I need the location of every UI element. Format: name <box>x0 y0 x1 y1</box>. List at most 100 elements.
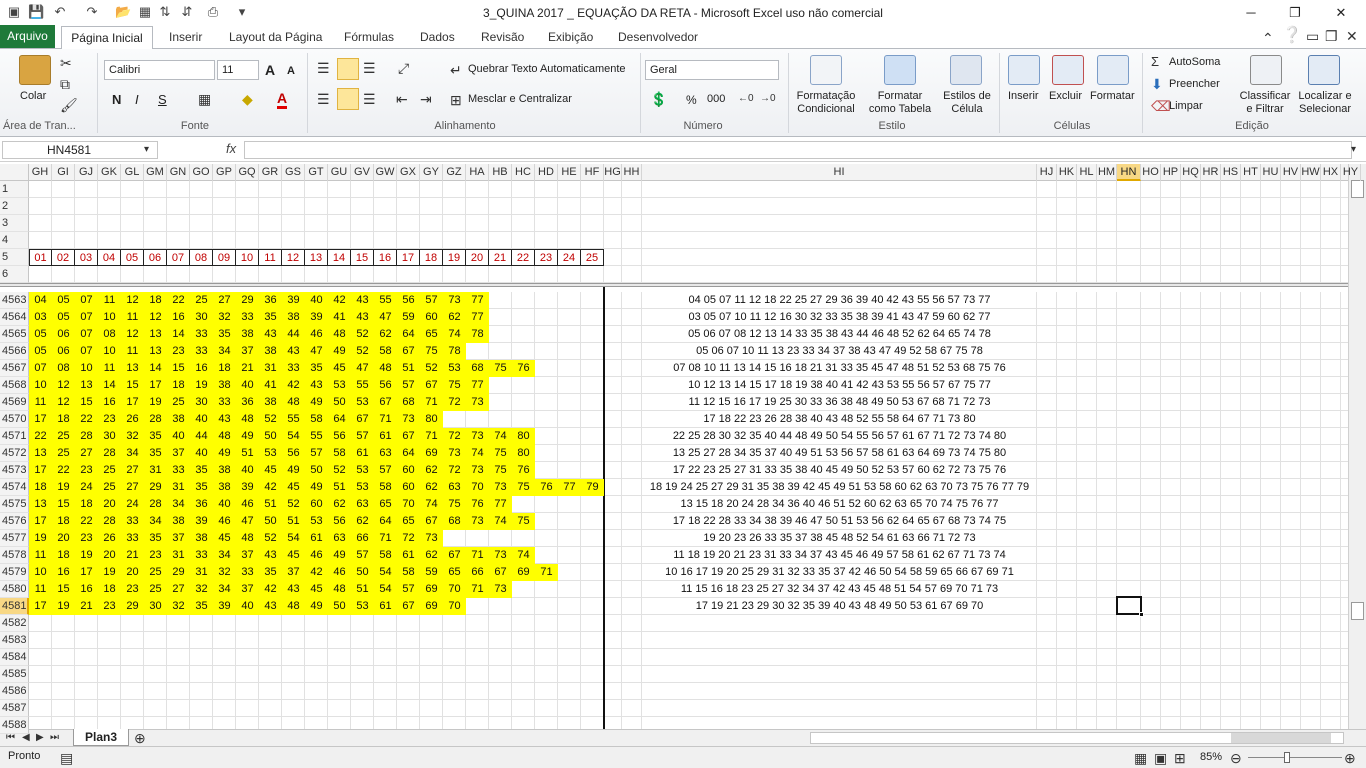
tab-home[interactable]: Página Inicial <box>61 26 153 50</box>
number-cell[interactable]: 50 <box>351 564 374 581</box>
column-header[interactable]: GI <box>52 164 75 181</box>
find-select-button[interactable]: Localizar e Selecionar <box>1293 90 1357 116</box>
number-cell[interactable]: 23 <box>98 598 121 615</box>
number-cell[interactable]: 49 <box>305 394 328 411</box>
number-cell[interactable]: 53 <box>305 513 328 530</box>
doc-restore-icon[interactable]: ❐ <box>1325 28 1338 44</box>
number-cell[interactable]: 52 <box>282 496 305 513</box>
number-cell[interactable]: 05 <box>29 343 52 360</box>
expand-formula-bar-icon[interactable]: ▾ <box>1351 142 1356 158</box>
number-cell[interactable]: 11 <box>98 360 121 377</box>
number-cell[interactable]: 40 <box>190 411 213 428</box>
column-header[interactable]: HE <box>558 164 581 181</box>
number-cell[interactable]: 11 <box>29 581 52 598</box>
merge-center-button[interactable]: Mesclar e Centralizar <box>468 93 572 105</box>
number-cell[interactable]: 73 <box>466 513 489 530</box>
row-header[interactable]: 4579 <box>0 564 29 581</box>
number-cell[interactable]: 13 <box>29 445 52 462</box>
column-header[interactable]: GM <box>144 164 167 181</box>
column-header[interactable]: HF <box>581 164 604 181</box>
number-cell[interactable]: 40 <box>236 598 259 615</box>
row-header[interactable]: 4563 <box>0 292 29 309</box>
number-cell[interactable]: 18 <box>144 292 167 309</box>
number-cell[interactable]: 35 <box>259 564 282 581</box>
number-cell[interactable]: 61 <box>305 530 328 547</box>
number-cell[interactable]: 16 <box>98 394 121 411</box>
number-cell[interactable]: 35 <box>190 598 213 615</box>
number-cell[interactable]: 77 <box>558 479 581 496</box>
number-cell[interactable]: 61 <box>374 598 397 615</box>
concatenated-text-cell[interactable]: 19 20 23 26 33 35 37 38 45 48 52 54 61 6… <box>642 530 1037 547</box>
number-cell[interactable]: 49 <box>328 343 351 360</box>
number-cell[interactable]: 29 <box>121 598 144 615</box>
concatenated-text-cell[interactable]: 05 06 07 10 11 13 23 33 34 37 38 43 47 4… <box>642 343 1037 360</box>
number-cell[interactable]: 07 <box>29 360 52 377</box>
number-cell[interactable]: 51 <box>259 496 282 513</box>
row-header[interactable]: 4584 <box>0 649 29 666</box>
header-number-cell[interactable]: 08 <box>190 249 213 266</box>
column-header[interactable]: HC <box>512 164 535 181</box>
page-break-view-icon[interactable]: ⊞ <box>1174 750 1186 766</box>
number-cell[interactable]: 75 <box>443 377 466 394</box>
number-cell[interactable]: 43 <box>259 547 282 564</box>
formula-input[interactable] <box>244 141 1352 159</box>
number-cell[interactable]: 07 <box>75 309 98 326</box>
number-cell[interactable]: 66 <box>351 530 374 547</box>
currency-icon[interactable]: 💲 <box>650 91 667 107</box>
concatenated-text-cell[interactable]: 18 19 24 25 27 29 31 35 38 39 42 45 49 5… <box>642 479 1037 496</box>
number-cell[interactable]: 16 <box>167 309 190 326</box>
number-cell[interactable]: 19 <box>29 530 52 547</box>
number-cell[interactable]: 13 <box>144 326 167 343</box>
row-header[interactable]: 1 <box>0 181 29 198</box>
number-cell[interactable]: 57 <box>397 377 420 394</box>
column-header[interactable]: HH <box>622 164 642 181</box>
number-cell[interactable]: 69 <box>512 564 535 581</box>
number-cell[interactable]: 63 <box>328 530 351 547</box>
vscroll-thumb[interactable] <box>1351 602 1364 620</box>
number-cell[interactable]: 18 <box>52 411 75 428</box>
number-cell[interactable]: 62 <box>351 513 374 530</box>
decrease-indent-icon[interactable]: ⇤ <box>396 91 408 107</box>
header-number-cell[interactable]: 14 <box>328 249 351 266</box>
row-header[interactable]: 4572 <box>0 445 29 462</box>
wrap-text-button[interactable]: Quebrar Texto Automaticamente <box>468 63 626 75</box>
next-sheet-icon[interactable]: ▶ <box>36 730 44 746</box>
number-cell[interactable]: 45 <box>282 479 305 496</box>
number-cell[interactable]: 28 <box>144 496 167 513</box>
fill-icon[interactable]: ⬇ <box>1151 76 1163 92</box>
number-cell[interactable]: 59 <box>397 309 420 326</box>
header-number-cell[interactable]: 15 <box>351 249 374 266</box>
number-cell[interactable]: 27 <box>121 462 144 479</box>
underline-button[interactable]: S <box>158 92 167 107</box>
concatenated-text-cell[interactable]: 11 18 19 20 21 23 31 33 34 37 43 45 46 4… <box>642 547 1037 564</box>
number-cell[interactable]: 43 <box>351 309 374 326</box>
number-cell[interactable]: 76 <box>512 462 535 479</box>
number-cell[interactable]: 46 <box>305 547 328 564</box>
number-cell[interactable]: 49 <box>305 598 328 615</box>
number-cell[interactable]: 43 <box>282 343 305 360</box>
column-header[interactable]: HP <box>1161 164 1181 181</box>
number-cell[interactable]: 12 <box>52 377 75 394</box>
number-cell[interactable]: 36 <box>190 496 213 513</box>
number-cell[interactable]: 68 <box>397 394 420 411</box>
number-cell[interactable]: 33 <box>121 513 144 530</box>
row-header[interactable]: 4566 <box>0 343 29 360</box>
number-cell[interactable]: 18 <box>213 360 236 377</box>
number-cell[interactable]: 56 <box>328 428 351 445</box>
column-header[interactable]: HR <box>1201 164 1221 181</box>
column-header[interactable]: GT <box>305 164 328 181</box>
row-header[interactable]: 4585 <box>0 666 29 683</box>
column-header[interactable]: HG <box>604 164 622 181</box>
sheet-tab-plan3[interactable]: Plan3 <box>73 729 129 746</box>
number-cell[interactable]: 37 <box>167 445 190 462</box>
number-cell[interactable]: 48 <box>236 411 259 428</box>
number-cell[interactable]: 43 <box>259 326 282 343</box>
number-cell[interactable]: 15 <box>167 360 190 377</box>
close-icon[interactable]: ✕ <box>1318 0 1364 25</box>
number-cell[interactable]: 35 <box>213 326 236 343</box>
number-cell[interactable]: 03 <box>29 309 52 326</box>
number-cell[interactable]: 65 <box>420 326 443 343</box>
number-cell[interactable]: 40 <box>213 496 236 513</box>
number-cell[interactable]: 28 <box>98 445 121 462</box>
number-cell[interactable]: 23 <box>75 530 98 547</box>
